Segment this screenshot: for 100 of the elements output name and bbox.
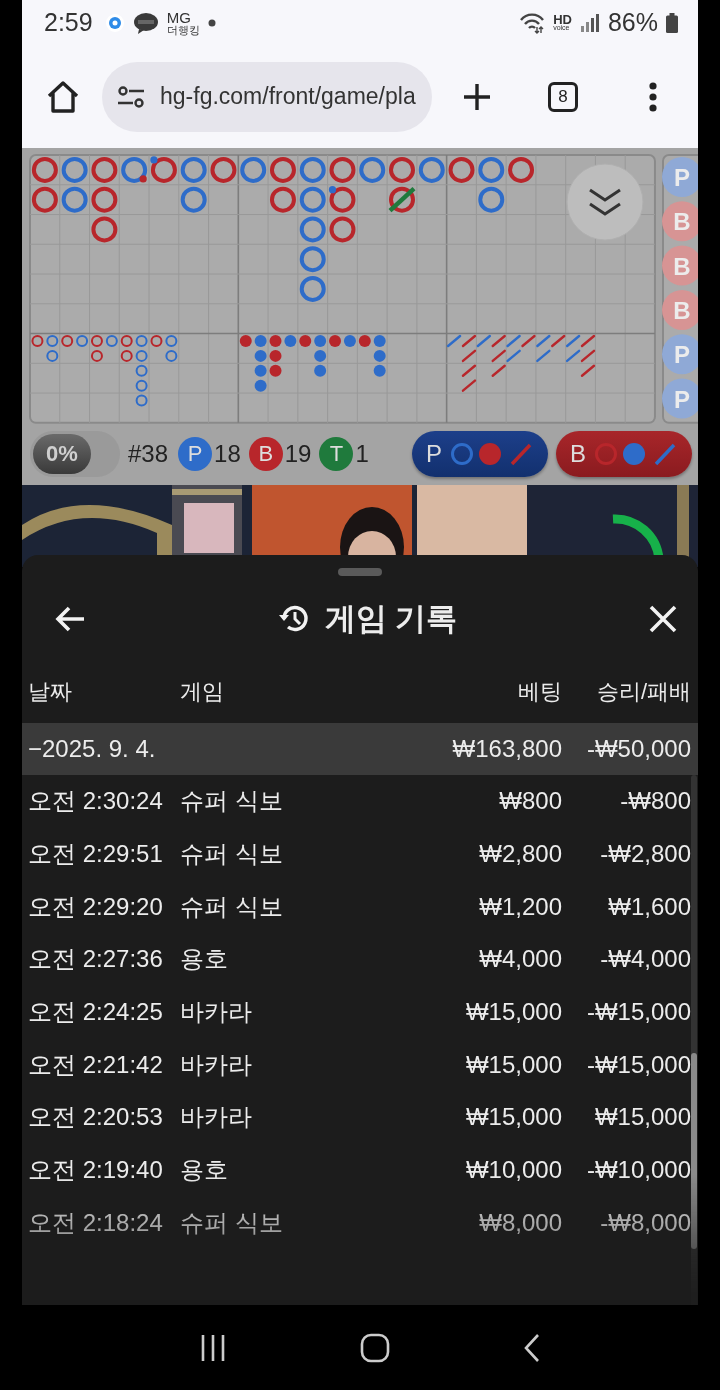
game-cell-text: 슈퍼 식보 (180, 786, 284, 817)
road-marker (76, 335, 89, 347)
result-badge: B (248, 436, 283, 471)
bead-marker: P (662, 157, 698, 197)
app-notification-label: MG 더행킹 (166, 9, 200, 36)
bet-cell-text: ₩15,000 (464, 1103, 562, 1132)
date-group-row[interactable]: −2025. 9. 4. ₩163,800 -₩50,000 (22, 723, 698, 775)
road-marker (239, 335, 252, 347)
home-icon (46, 79, 80, 114)
more-icon (648, 81, 658, 112)
back-arrow-icon (54, 605, 86, 633)
road-marker (135, 349, 148, 362)
group-bet-total: ₩163,800 (451, 735, 562, 763)
road-marker (580, 364, 596, 377)
bet-cell-text: ₩15,000 (464, 1050, 562, 1079)
app-notification-icon (104, 12, 125, 33)
bead-marker: B (662, 201, 698, 242)
road-marker (329, 335, 342, 347)
home-nav-button[interactable] (360, 1332, 390, 1363)
game-cell-text: 용호 (180, 944, 229, 975)
road-marker (373, 364, 386, 377)
result-count: 19 (284, 439, 312, 468)
game-cell-text: 바카라 (180, 997, 253, 1028)
bead-marker: B (662, 289, 698, 330)
home-button[interactable] (46, 79, 80, 114)
column-header: 베팅 (517, 678, 562, 706)
road-marker (580, 349, 596, 363)
road-marker (120, 335, 133, 347)
prediction-button[interactable]: P (411, 430, 548, 477)
road-marker (269, 364, 282, 377)
battery-icon (666, 12, 678, 33)
close-button[interactable] (648, 604, 678, 634)
road-marker (461, 364, 477, 377)
bet-cell-text: ₩2,800 (478, 840, 562, 869)
game-cell-text: 바카라 (180, 1102, 253, 1133)
result-cell-text: -₩15,000 (585, 998, 691, 1027)
new-tab-button[interactable] (462, 81, 492, 112)
road-marker (46, 349, 59, 362)
notification-dot-icon (207, 18, 216, 27)
road-marker (135, 335, 148, 347)
time-cell-text: 오전 2:29:51 (28, 839, 164, 870)
time-cell-text: 오전 2:30:24 (28, 786, 164, 817)
road-marker (269, 335, 282, 347)
time-cell-text: 오전 2:29:20 (28, 891, 164, 922)
road-marker (299, 335, 312, 347)
bead-marker: P (662, 378, 698, 419)
road-marker (491, 364, 506, 377)
wifi-icon (519, 11, 546, 34)
road-marker (135, 394, 148, 407)
collapse-button[interactable] (566, 163, 644, 241)
close-icon (648, 604, 678, 634)
road-marker (135, 379, 148, 392)
bet-cell-text: ₩800 (498, 787, 562, 816)
result-badge: T (319, 436, 354, 471)
game-cell-text: 슈퍼 식보 (180, 839, 284, 870)
bead-marker: P (662, 334, 698, 375)
road-marker (461, 334, 477, 348)
road-marker (565, 334, 581, 348)
road-marker (284, 335, 297, 347)
road-marker (565, 349, 581, 363)
road-marker (491, 349, 506, 363)
road-marker (446, 334, 462, 348)
road-marker (314, 364, 327, 377)
road-marker (120, 349, 133, 362)
group-date: −2025. 9. 4. (28, 735, 157, 763)
road-marker (536, 349, 551, 363)
url-text: hg-fg.com/front/game/pla (160, 83, 416, 110)
back-chevron-icon (523, 1332, 542, 1363)
tune-icon (116, 84, 146, 109)
prediction-button[interactable]: B (556, 430, 692, 477)
round-number: #38 (128, 439, 169, 468)
drag-handle[interactable] (338, 568, 382, 576)
bet-cell-text: ₩4,000 (478, 945, 562, 974)
result-cell-text: -₩2,800 (599, 840, 691, 869)
bet-cell-text: ₩8,000 (478, 1208, 562, 1237)
road-marker (269, 349, 282, 362)
bead-marker: B (662, 245, 698, 286)
road-marker (491, 334, 506, 348)
signal-icon (579, 12, 600, 33)
road-marker (254, 335, 267, 347)
result-cell-text: -₩800 (619, 787, 691, 816)
time-cell-text: 오전 2:21:42 (28, 1049, 164, 1080)
result-cell-text: -₩10,000 (585, 1156, 691, 1185)
percent-toggle[interactable]: 0% (30, 430, 120, 477)
result-cell-text: -₩15,000 (585, 1050, 691, 1079)
tab-count-button[interactable]: 8 (548, 81, 578, 112)
road-marker (90, 349, 103, 362)
game-cell-text: 슈퍼 식보 (180, 891, 284, 922)
road-marker (31, 335, 44, 347)
column-header: 승리/패배 (595, 678, 691, 706)
result-cell-text: ₩1,600 (607, 892, 691, 921)
column-header: 날짜 (28, 678, 73, 706)
address-bar[interactable]: hg-fg.com/front/game/pla (102, 61, 432, 132)
group-result-total: -₩50,000 (585, 735, 691, 763)
back-nav-button[interactable] (523, 1332, 542, 1363)
road-marker (254, 349, 267, 362)
road-marker (461, 379, 477, 392)
menu-button[interactable] (648, 81, 658, 112)
time-cell-text: 오전 2:18:24 (28, 1207, 164, 1238)
back-button[interactable] (54, 605, 86, 633)
